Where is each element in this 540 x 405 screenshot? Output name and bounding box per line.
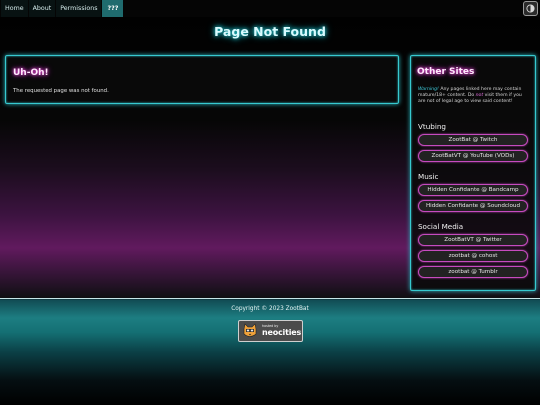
- nav-home[interactable]: Home: [1, 0, 28, 17]
- neocities-badge[interactable]: hosted by neocities: [238, 320, 303, 342]
- section-title-music: Music: [418, 172, 439, 181]
- nav-about[interactable]: About: [28, 0, 56, 17]
- sidebar-heading: Other Sites: [417, 67, 475, 77]
- footer-divider: [0, 298, 540, 299]
- page-title: Page Not Found: [214, 24, 326, 39]
- top-nav: Home About Permissions ???: [0, 0, 540, 17]
- mature-warning: Warning! Any pages linked here may conta…: [418, 87, 522, 105]
- nav-unknown[interactable]: ???: [102, 0, 124, 17]
- warning-label: Warning!: [418, 87, 439, 92]
- link-bandcamp[interactable]: Hidden Confidante @ Bandcamp: [418, 184, 528, 196]
- link-youtube[interactable]: ZootBatVT @ YouTube (VODs): [418, 150, 528, 162]
- copyright-text: Copyright © 2023 ZootBat: [231, 306, 309, 312]
- link-cohost[interactable]: zootbat @ cohost: [418, 250, 528, 262]
- link-twitter[interactable]: ZootBatVT @ Twitter: [418, 234, 528, 246]
- link-twitch[interactable]: ZootBat @ Twitch: [418, 134, 528, 146]
- link-soundcloud[interactable]: Hidden Confidante @ Soundcloud: [418, 200, 528, 212]
- badge-neocities: neocities: [262, 327, 302, 337]
- theme-toggle-button[interactable]: [523, 1, 538, 16]
- not-found-message: The requested page was not found.: [13, 88, 109, 94]
- main-heading: Uh-Oh!: [13, 68, 49, 78]
- neocities-cat-icon: [243, 323, 257, 337]
- main-panel: Uh-Oh! The requested page was not found.: [5, 55, 399, 104]
- section-title-vtubing: Vtubing: [418, 122, 446, 131]
- sidebar-other-sites: Other Sites Warning! Any pages linked he…: [410, 55, 536, 291]
- nav-permissions[interactable]: Permissions: [56, 0, 102, 17]
- half-moon-icon: [526, 4, 535, 13]
- section-title-social: Social Media: [418, 222, 464, 231]
- link-tumblr[interactable]: zootbat @ Tumblr: [418, 266, 528, 278]
